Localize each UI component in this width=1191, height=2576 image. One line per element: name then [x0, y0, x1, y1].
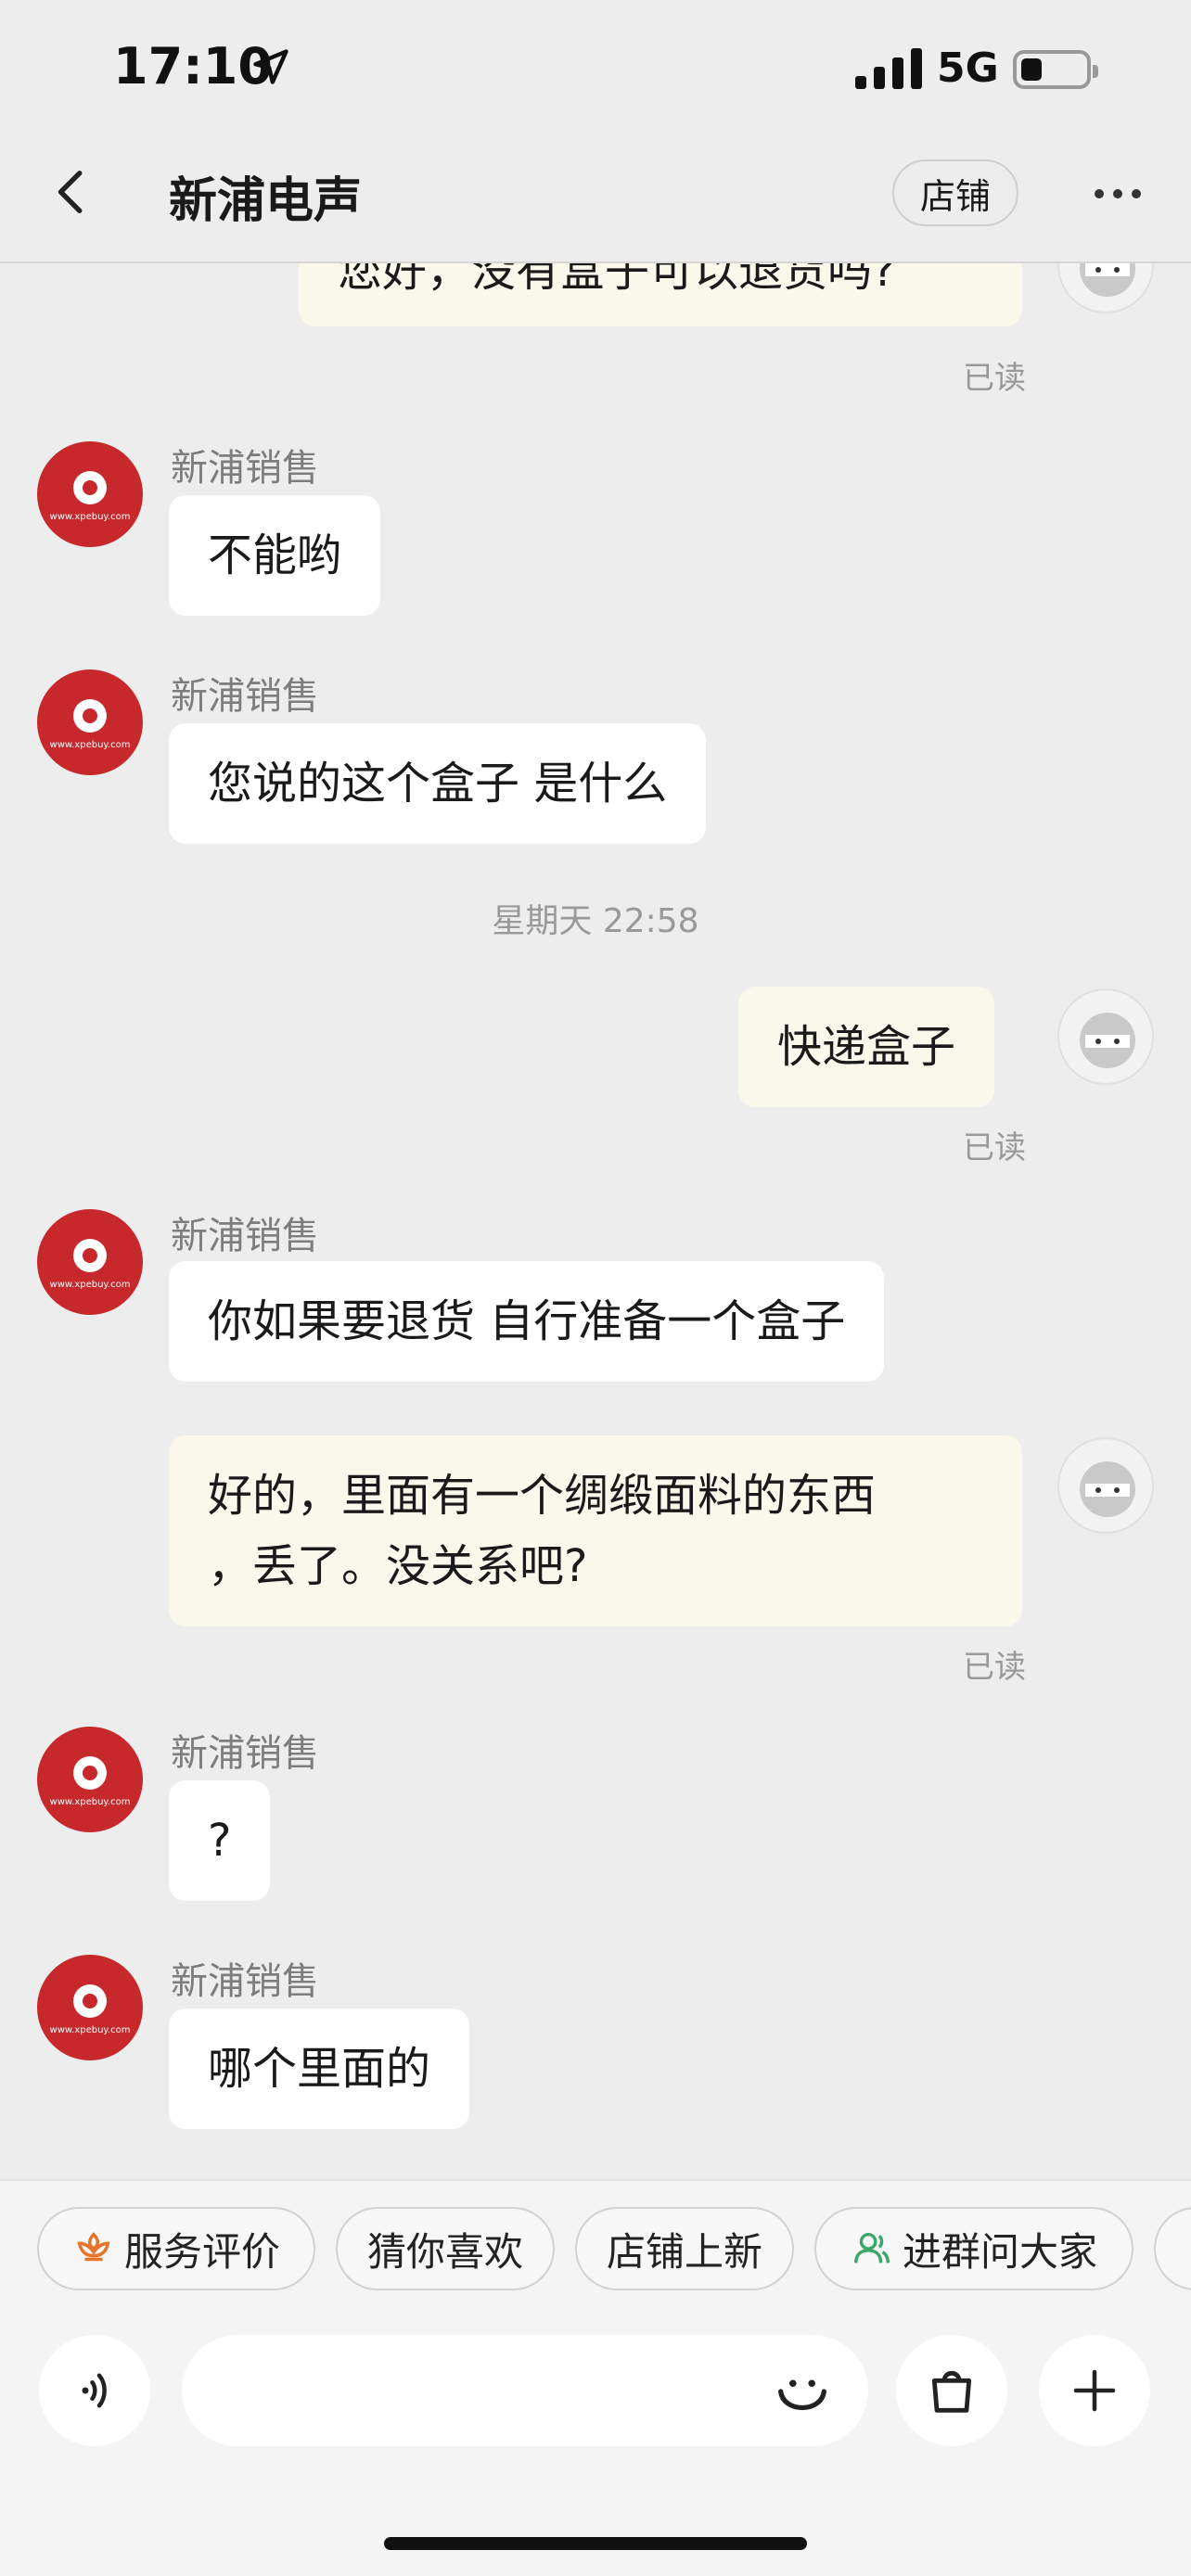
- signal-icon: [855, 46, 922, 89]
- read-receipt: 已读: [963, 1129, 1026, 1167]
- quick-action-service-review[interactable]: 服务评价: [37, 2207, 315, 2290]
- svg-text:www.xpebuy.com: www.xpebuy.com: [50, 512, 131, 522]
- quick-action-label: 猜你喜欢: [366, 2228, 523, 2275]
- sender-name: 新浦销售: [171, 675, 319, 718]
- read-receipt: 已读: [963, 1649, 1026, 1686]
- battery-icon: [1013, 50, 1098, 89]
- message-text: 不能哟: [208, 529, 342, 581]
- voice-icon: [82, 2373, 107, 2408]
- message-text: 您说的这个盒子 是什么: [208, 758, 668, 810]
- message-bubble-incoming[interactable]: 哪个里面的: [169, 2009, 470, 2129]
- svg-text:www.xpebuy.com: www.xpebuy.com: [50, 1280, 131, 1290]
- message-bubble-incoming[interactable]: 您说的这个盒子 是什么: [169, 723, 707, 844]
- message-bubble-outgoing[interactable]: 您好，没有盒子可以退货吗?: [299, 263, 1022, 326]
- message-bubble-incoming[interactable]: 你如果要退货 自行准备一个盒子: [169, 1261, 885, 1382]
- location-arrow-icon: [253, 49, 288, 84]
- user-avatar[interactable]: [1057, 988, 1154, 1085]
- quick-actions-bar: 服务评价 猜你喜欢 店铺上新 进群问大家: [0, 2179, 1191, 2292]
- plus-button[interactable]: [1039, 2335, 1150, 2446]
- sender-name: 新浦销售: [171, 1215, 319, 1257]
- shopping-bag-button[interactable]: [896, 2335, 1007, 2446]
- svg-text:www.xpebuy.com: www.xpebuy.com: [50, 1797, 131, 1807]
- back-icon[interactable]: [48, 167, 98, 217]
- shop-button[interactable]: 店铺: [892, 159, 1018, 226]
- quick-action-more[interactable]: [1154, 2207, 1191, 2290]
- sender-name: 新浦销售: [171, 1960, 319, 2003]
- page-title: 新浦电声: [169, 173, 363, 229]
- message-text-line2: ，丢了。没关系吧?: [208, 1540, 588, 1592]
- quick-action-join-group[interactable]: 进群问大家: [814, 2207, 1133, 2290]
- read-receipt: 已读: [963, 360, 1026, 397]
- quick-action-label: 店铺上新: [606, 2228, 762, 2275]
- chat-screen: 17:10 5G 新浦电声 店铺 您好，没有盒子可以退货吗? 已读 www.xp…: [0, 0, 1191, 2576]
- timestamp: 星期天 22:58: [492, 902, 699, 940]
- plus-icon: [1073, 2369, 1116, 2412]
- flower-icon: [77, 2232, 110, 2262]
- input-bar: [0, 2292, 1191, 2576]
- message-text: 快递盒子: [777, 1021, 956, 1073]
- status-time: 17:10: [113, 37, 273, 96]
- sender-name: 新浦销售: [171, 447, 319, 490]
- shop-avatar[interactable]: www.xpebuy.com: [37, 1955, 143, 2060]
- emoji-icon[interactable]: [770, 2359, 835, 2424]
- shopping-bag-icon: [931, 2370, 972, 2413]
- shop-avatar[interactable]: www.xpebuy.com: [37, 1209, 143, 1315]
- user-avatar[interactable]: [1057, 263, 1154, 313]
- more-icon[interactable]: [1095, 189, 1141, 198]
- message-bubble-outgoing[interactable]: 快递盒子: [738, 987, 995, 1107]
- message-bubble-incoming[interactable]: ?: [169, 1780, 271, 1901]
- message-bubble-outgoing[interactable]: 好的，里面有一个绸缎面料的东西 ，丢了。没关系吧?: [169, 1435, 1022, 1626]
- quick-action-new-arrivals[interactable]: 店铺上新: [575, 2207, 794, 2290]
- sender-name: 新浦销售: [171, 1732, 319, 1775]
- status-bar: 17:10 5G: [0, 0, 1191, 139]
- message-text: 哪个里面的: [208, 2043, 431, 2095]
- people-icon: [854, 2232, 890, 2264]
- message-list: 您好，没有盒子可以退货吗? 已读 www.xpebuy.com 新浦销售 不能哟…: [0, 263, 1191, 2179]
- message-text: ?: [208, 1815, 232, 1867]
- voice-button[interactable]: [39, 2335, 150, 2446]
- user-avatar[interactable]: [1057, 1437, 1154, 1534]
- shop-avatar[interactable]: www.xpebuy.com: [37, 441, 143, 547]
- svg-text:www.xpebuy.com: www.xpebuy.com: [50, 740, 131, 750]
- message-text-line1: 好的，里面有一个绸缎面料的东西: [208, 1470, 877, 1522]
- quick-action-recommend[interactable]: 猜你喜欢: [336, 2207, 555, 2290]
- network-type: 5G: [937, 45, 999, 92]
- quick-action-label: 进群问大家: [902, 2228, 1097, 2275]
- message-bubble-incoming[interactable]: 不能哟: [169, 495, 381, 616]
- shop-avatar[interactable]: www.xpebuy.com: [37, 1727, 143, 1832]
- nav-bar: 新浦电声 店铺: [0, 139, 1191, 263]
- quick-action-label: 服务评价: [123, 2228, 280, 2275]
- message-text: 你如果要退货 自行准备一个盒子: [208, 1295, 846, 1347]
- shop-avatar[interactable]: www.xpebuy.com: [37, 670, 143, 775]
- message-input[interactable]: [182, 2335, 868, 2446]
- message-text: 您好，没有盒子可以退货吗?: [338, 263, 896, 297]
- home-indicator: [384, 2537, 807, 2550]
- svg-text:www.xpebuy.com: www.xpebuy.com: [50, 2025, 131, 2035]
